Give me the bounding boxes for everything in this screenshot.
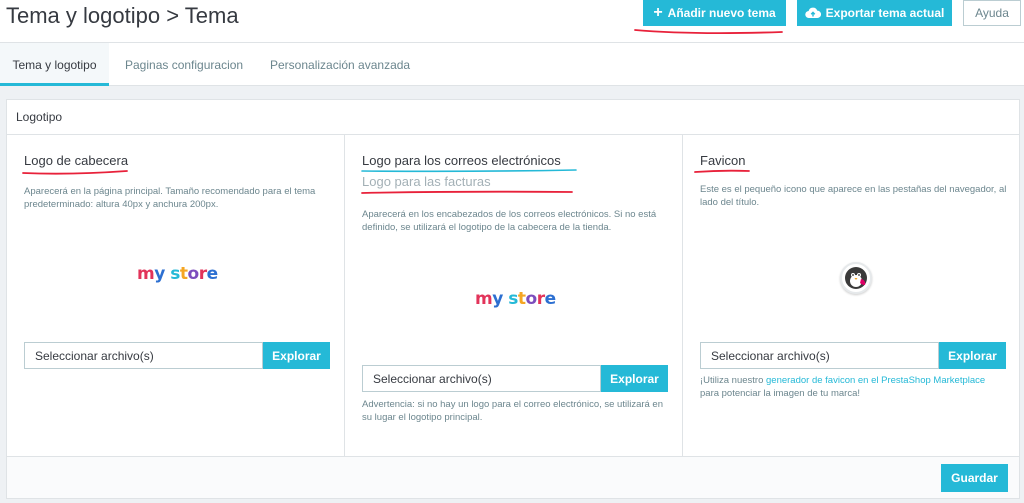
header-logo-file-group: Seleccionar archivo(s) Explorar [24,342,330,369]
add-theme-button[interactable]: + Añadir nuevo tema [643,0,786,26]
panel-footer: Guardar [7,456,1019,498]
favicon-description: Este es el pequeño icono que aparece en … [700,184,1007,208]
tab-bar: Tema y logotipo Paginas configuracion Pe… [0,43,1024,86]
favicon-note: ¡Utiliza nuestro generador de favicon en… [700,374,1010,400]
plus-icon: + [653,4,663,21]
panel-heading: Logotipo [7,100,1019,135]
email-logo-file-group: Seleccionar archivo(s) Explorar [362,365,668,392]
favicon-note-prefix: ¡Utiliza nuestro [700,375,766,386]
favicon-file-input[interactable]: Seleccionar archivo(s) [700,342,939,369]
add-theme-label: Añadir nuevo tema [667,6,776,20]
favicon-generator-link[interactable]: generador de favicon en el PrestaShop Ma… [766,375,985,386]
tab-advanced-customization[interactable]: Personalización avanzada [270,43,410,86]
page-header: Tema y logotipo > Tema + Añadir nuevo te… [0,0,1024,43]
email-logo-warning: Advertencia: si no hay un logo para el c… [362,399,664,423]
invoice-logo-subtitle: Logo para las facturas [362,174,491,189]
tab-theme-logo[interactable]: Tema y logotipo [0,43,109,86]
save-button[interactable]: Guardar [941,464,1008,492]
favicon-title: Favicon [700,153,746,168]
header-logo-description: Aparecerá en la página principal. Tamaño… [24,186,316,210]
email-logo-description: Aparecerá en los encabezados de los corr… [362,209,657,233]
email-logo-column: Logo para los correos electrónicos Logo … [345,135,683,456]
favicon-browse-button[interactable]: Explorar [939,342,1006,369]
annotation-underline [634,29,783,35]
favicon-image [840,262,872,294]
favicon-file-group: Seleccionar archivo(s) Explorar [700,342,1006,369]
cloud-upload-icon [804,7,821,19]
header-logo-image: my store [137,264,218,284]
header-logo-browse-button[interactable]: Explorar [263,342,330,369]
favicon-column: Favicon Este es el pequeño icono que apa… [683,135,1019,456]
header-logo-file-input[interactable]: Seleccionar archivo(s) [24,342,263,369]
header-logo-column: Logo de cabecera Aparecerá en la página … [7,135,345,456]
export-theme-label: Exportar tema actual [825,6,945,20]
tab-page-config[interactable]: Paginas configuracion [125,43,243,86]
page-title: Tema y logotipo > Tema [6,3,239,28]
annotation-underline [22,170,128,175]
email-logo-image: my store [475,289,556,309]
email-logo-title: Logo para los correos electrónicos [362,153,561,168]
export-theme-button[interactable]: Exportar tema actual [797,0,952,26]
header-logo-title: Logo de cabecera [24,153,129,168]
logo-panel: Logotipo Logo de cabecera Aparecerá en l… [6,99,1020,499]
email-logo-browse-button[interactable]: Explorar [601,365,668,392]
email-logo-file-input[interactable]: Seleccionar archivo(s) [362,365,601,392]
annotation-underline [694,169,750,173]
favicon-note-suffix: para potenciar la imagen de tu marca! [700,388,861,399]
help-button[interactable]: Ayuda [963,0,1021,26]
